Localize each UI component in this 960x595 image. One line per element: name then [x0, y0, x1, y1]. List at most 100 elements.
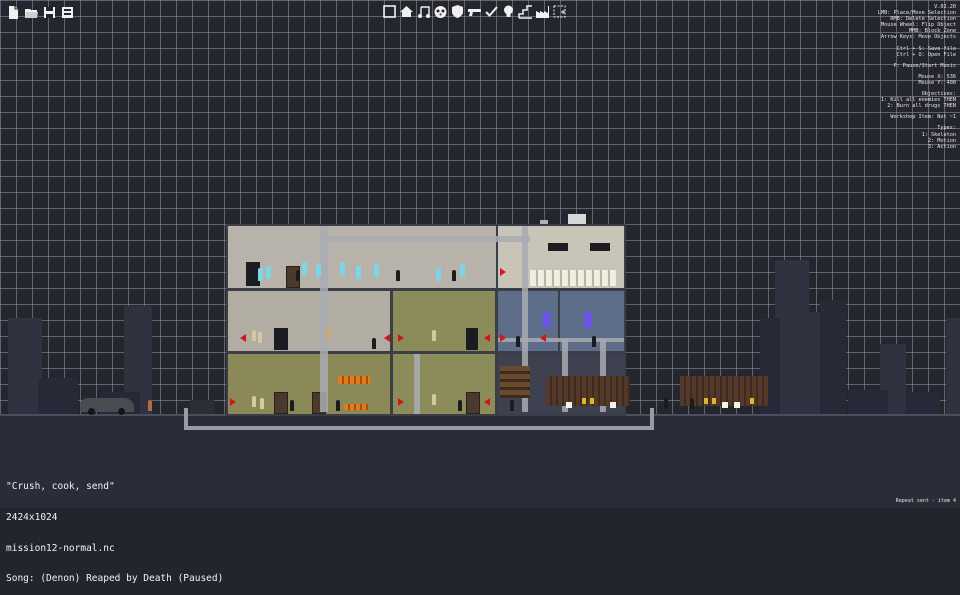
drug-crate-stack[interactable]	[344, 404, 368, 410]
stairs-icon[interactable]	[518, 4, 533, 19]
spawn-marker[interactable]	[484, 398, 490, 406]
enemy-guard[interactable]	[452, 270, 456, 281]
save-as-icon[interactable]	[60, 5, 75, 20]
floor-2-mid	[393, 291, 495, 351]
drug-barrel[interactable]	[750, 398, 754, 404]
enemy-character[interactable]	[432, 394, 436, 405]
new-file-icon[interactable]	[6, 5, 21, 20]
delivery-truck[interactable]	[546, 376, 630, 406]
enemy-guard[interactable]	[664, 398, 668, 409]
ghost-enemy[interactable]	[266, 266, 271, 279]
vent-pipe	[320, 236, 530, 242]
panda-icon[interactable]	[433, 4, 448, 19]
map-name: "Crush, cook, send"	[6, 481, 115, 493]
ghost-enemy[interactable]	[258, 268, 263, 281]
ghost-enemy[interactable]	[356, 266, 361, 279]
lab-equipment	[500, 366, 530, 398]
map-info: "Crush, cook, send" 2424x1024 mission12-…	[6, 462, 223, 595]
song-status: Song: (Denon) Reaped by Death (Paused)	[6, 573, 224, 585]
drug-barrel[interactable]	[712, 398, 716, 404]
door[interactable]	[274, 392, 288, 414]
enemy-guard[interactable]	[592, 336, 596, 347]
shield-icon[interactable]	[450, 4, 465, 19]
checkmark-icon[interactable]	[484, 4, 499, 19]
skyline-building	[820, 300, 846, 414]
enemy-guard[interactable]	[690, 398, 694, 409]
enemy-guard[interactable]	[372, 338, 376, 349]
ghost-enemy[interactable]	[436, 268, 441, 281]
map-file: mission12-normal.nc	[6, 542, 115, 554]
home-tool-icon[interactable]	[399, 4, 414, 19]
file-toolbar	[6, 5, 75, 20]
enemy-character[interactable]	[432, 330, 436, 341]
gun-icon[interactable]	[467, 4, 482, 19]
lightbulb-icon[interactable]	[501, 4, 516, 19]
ghost-enemy[interactable]	[460, 264, 465, 277]
ghost-enemy[interactable]	[374, 264, 379, 277]
spawn-marker[interactable]	[384, 334, 390, 342]
selection-tool-icon[interactable]	[552, 4, 567, 19]
spawn-marker[interactable]	[240, 334, 246, 342]
vent-pipe	[414, 354, 420, 414]
enemy-guard[interactable]	[296, 270, 300, 281]
spawn-marker[interactable]	[500, 268, 506, 276]
spawn-marker[interactable]	[500, 334, 506, 342]
skyline-building	[848, 390, 888, 414]
enemy-guard[interactable]	[396, 270, 400, 281]
spawn-marker[interactable]	[398, 334, 404, 342]
save-icon[interactable]	[42, 5, 57, 20]
status-line: Repeat sent - item 4	[895, 498, 956, 504]
window	[274, 328, 288, 350]
drug-crate[interactable]	[734, 402, 740, 408]
skyline-building	[38, 378, 78, 414]
ghost-enemy[interactable]	[302, 262, 307, 275]
level-editor-viewport[interactable]	[0, 0, 960, 508]
spawn-marker[interactable]	[230, 398, 236, 406]
enemy-character[interactable]	[258, 332, 262, 343]
car-wheel	[118, 408, 125, 415]
spawn-marker[interactable]	[484, 334, 490, 342]
enemy-guard[interactable]	[516, 336, 520, 347]
drug-crate[interactable]	[610, 402, 616, 408]
floor-2-left	[228, 291, 390, 351]
enemy-guard[interactable]	[510, 400, 514, 411]
drug-barrel[interactable]	[704, 398, 708, 404]
spawn-marker[interactable]	[540, 334, 546, 342]
window	[590, 243, 610, 251]
enemy-guard[interactable]	[290, 400, 294, 411]
drug-crate[interactable]	[722, 402, 728, 408]
enemy-guard[interactable]	[458, 400, 462, 411]
window	[548, 243, 568, 251]
drug-crate[interactable]	[566, 402, 572, 408]
window-blue	[584, 312, 592, 328]
open-folder-icon[interactable]	[24, 5, 39, 20]
ghost-enemy[interactable]	[316, 264, 321, 277]
type-line: 3: Action	[927, 143, 956, 150]
vent-pipe	[320, 226, 328, 412]
rooftop-antenna	[568, 214, 586, 224]
skyline-building	[906, 392, 940, 414]
enemy-character[interactable]	[260, 398, 264, 409]
drug-crate-stack[interactable]	[338, 376, 370, 384]
player-character[interactable]	[148, 400, 152, 411]
factory-icon[interactable]	[535, 4, 550, 19]
rooftop-vent	[540, 220, 548, 224]
car-wheel	[88, 408, 95, 415]
map-size: 2424x1024	[6, 512, 58, 524]
rectangle-tool-icon[interactable]	[382, 4, 397, 19]
window-blue	[543, 312, 551, 328]
drug-barrel[interactable]	[582, 398, 586, 404]
spawn-marker[interactable]	[398, 398, 404, 406]
ghost-enemy[interactable]	[340, 262, 345, 275]
tool-toolbar	[382, 4, 567, 19]
help-panel: V.02.20 LMB: Place/Move Selection RMB: D…	[846, 4, 956, 150]
music-note-icon[interactable]	[416, 4, 431, 19]
enemy-character[interactable]	[252, 330, 256, 341]
enemy-character[interactable]	[326, 328, 330, 339]
skyline-building	[794, 312, 822, 414]
enemy-guard[interactable]	[336, 400, 340, 411]
drug-barrel[interactable]	[590, 398, 594, 404]
enemy-character[interactable]	[252, 396, 256, 407]
door[interactable]	[466, 392, 480, 414]
window	[466, 328, 478, 350]
